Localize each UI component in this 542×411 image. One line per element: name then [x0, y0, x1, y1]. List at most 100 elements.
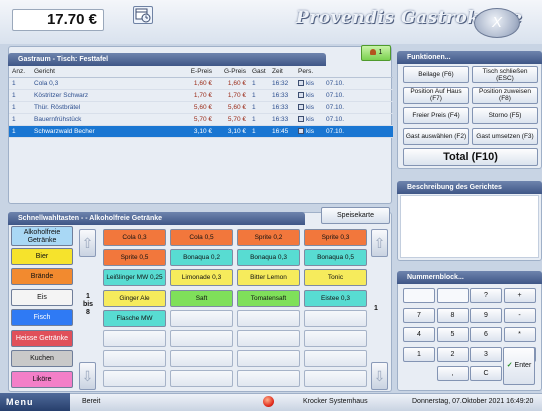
category-scroll-down-button[interactable]: ⇩	[79, 362, 96, 390]
close-button[interactable]: X	[474, 8, 520, 38]
empty-product-slot[interactable]	[304, 350, 367, 368]
category-button[interactable]: Kuchen	[11, 350, 73, 367]
category-button[interactable]: Eis	[11, 288, 73, 306]
function-button[interactable]: Freier Preis (F4)	[403, 107, 469, 124]
function-button[interactable]: Tisch schließen (ESC)	[472, 66, 538, 83]
cell-date: 07.10.	[323, 101, 393, 114]
numpad-key[interactable]: 9	[470, 307, 502, 323]
numpad-key[interactable]: -	[503, 307, 536, 323]
product-button[interactable]: Tomatensaft	[237, 289, 300, 307]
empty-product-slot[interactable]	[103, 370, 166, 388]
empty-product-slot[interactable]	[304, 370, 367, 388]
category-button[interactable]: Alkoholfreie Getränke	[11, 226, 73, 246]
category-scroll-up-button[interactable]: ⇧	[79, 229, 96, 257]
product-button[interactable]: Bitter Lemon	[237, 269, 300, 287]
numpad-key[interactable]: 8	[436, 307, 469, 323]
product-scroll-down-button[interactable]: ⇩	[371, 362, 388, 390]
order-row[interactable]: 1 Köstritzer Schwarz 1,70 €1,70 €1 16:33 kis…	[9, 89, 393, 102]
function-button[interactable]: Storno (F5)	[472, 107, 538, 124]
product-button[interactable]: Sprite 0,3	[304, 229, 367, 246]
col-dish: Gericht	[31, 66, 181, 78]
product-button[interactable]: Flasche MW	[103, 309, 166, 327]
numpad-key[interactable]: 2	[436, 346, 469, 362]
cell-dish: Schwarzwald Becher	[31, 125, 181, 138]
guest-counter-button[interactable]: 1	[361, 45, 391, 61]
order-row[interactable]: 1 Thür. Röstbrätel 5,60 €5,60 €1 16:33 kis 07…	[9, 101, 393, 114]
numpad-display[interactable]	[403, 288, 435, 303]
product-button[interactable]: Tonic	[304, 269, 367, 287]
menu-card-button[interactable]: Speisekarte	[321, 207, 390, 224]
category-button[interactable]: Liköre	[11, 370, 73, 388]
cell-qty: 1	[9, 77, 31, 90]
total-button[interactable]: Total (F10)	[403, 148, 538, 166]
function-button[interactable]: Position Auf Haus (F7)	[403, 86, 469, 104]
cell-time: 16:33	[269, 89, 295, 102]
product-button[interactable]: Ginger Ale	[103, 289, 166, 307]
numpad-key[interactable]: *	[503, 327, 536, 342]
cell-qty: 1	[9, 89, 31, 102]
product-button[interactable]: Sprite 0,2	[237, 229, 300, 246]
cell-unit-price: 3,10 €	[181, 125, 215, 138]
function-button[interactable]: Position zuweisen (F8)	[472, 86, 538, 104]
numpad-key[interactable]: 4	[403, 327, 435, 342]
person-label: kis	[306, 127, 314, 135]
product-button[interactable]: Bonaqua 0,3	[237, 249, 300, 267]
numpad-key[interactable]: 6	[470, 327, 502, 342]
cell-time: 16:32	[269, 77, 295, 90]
product-button[interactable]: Sprite 0,5	[103, 249, 166, 267]
cell-date: 07.10.	[323, 113, 393, 126]
function-button[interactable]: Gast auswählen (F2)	[403, 127, 469, 145]
product-button[interactable]: Eistee 0,3	[304, 289, 367, 307]
empty-product-slot[interactable]	[170, 350, 233, 368]
order-row[interactable]: 1 Bauernfrühstück 5,70 €5,70 €1 16:33 kis 07.…	[9, 113, 393, 126]
empty-product-slot[interactable]	[304, 309, 367, 327]
total-display: 17.70 €	[12, 9, 104, 31]
order-row[interactable]: 1 Schwarzwald Becher 3,10 €3,10 €1 16:45 kis…	[9, 125, 393, 138]
category-button[interactable]: Fisch	[11, 309, 73, 326]
empty-product-slot[interactable]	[237, 309, 300, 327]
checkmark-icon: ✓	[506, 362, 513, 369]
empty-product-slot[interactable]	[170, 370, 233, 388]
product-button[interactable]: Cola 0,5	[170, 229, 233, 246]
numpad-display[interactable]	[436, 288, 469, 303]
empty-product-slot[interactable]	[304, 330, 367, 347]
empty-product-slot[interactable]	[170, 309, 233, 327]
empty-product-slot[interactable]	[103, 330, 166, 347]
numpad-key[interactable]: 1	[403, 346, 435, 362]
category-button[interactable]: Heisse Getränke	[11, 329, 73, 347]
category-button[interactable]: Bier	[11, 247, 73, 265]
product-button[interactable]: Saft	[170, 289, 233, 307]
product-scroll-up-button[interactable]: ⇧	[371, 229, 388, 257]
menu-button[interactable]: Menu	[0, 393, 70, 411]
col-total-price: G-Preis	[215, 66, 249, 78]
numpad-key[interactable]: 3	[470, 346, 502, 362]
product-button[interactable]: Bonaqua 0,2	[170, 249, 233, 267]
product-button[interactable]: Bonaqua 0,5	[304, 249, 367, 267]
function-button[interactable]: Gast umsetzen (F3)	[472, 127, 538, 145]
numpad-key[interactable]: ,	[436, 366, 469, 381]
numpad-key[interactable]: +	[503, 288, 536, 303]
person-icon	[298, 91, 304, 98]
empty-product-slot[interactable]	[237, 370, 300, 388]
arrow-down-icon: ⇩	[81, 368, 94, 384]
product-button[interactable]: Leißlinger MW 0,25	[103, 269, 166, 287]
function-button[interactable]: Beilage (F6)	[403, 66, 469, 83]
numpad-key[interactable]: ?	[470, 288, 502, 303]
product-button[interactable]: Limonade 0,3	[170, 269, 233, 287]
empty-product-slot[interactable]	[237, 330, 300, 347]
order-row[interactable]: 1 Cola 0,3 1,60 €1,60 €1 16:32 kis 07.10.	[9, 77, 393, 90]
numpad-key[interactable]: C	[470, 366, 502, 381]
cell-qty: 1	[9, 101, 31, 114]
empty-product-slot[interactable]	[237, 350, 300, 368]
cell-guest: 1	[249, 101, 269, 114]
calendar-clock-icon[interactable]	[133, 6, 153, 24]
product-button[interactable]: Cola 0,3	[103, 229, 166, 246]
enter-button[interactable]: ✓ Enter	[503, 347, 535, 385]
cell-time: 16:33	[269, 101, 295, 114]
numpad-key[interactable]: 5	[436, 327, 469, 342]
category-button[interactable]: Brände	[11, 268, 73, 285]
numpad-key[interactable]: 7	[403, 307, 435, 323]
guest-icon	[369, 49, 376, 56]
empty-product-slot[interactable]	[103, 350, 166, 368]
empty-product-slot[interactable]	[170, 330, 233, 347]
